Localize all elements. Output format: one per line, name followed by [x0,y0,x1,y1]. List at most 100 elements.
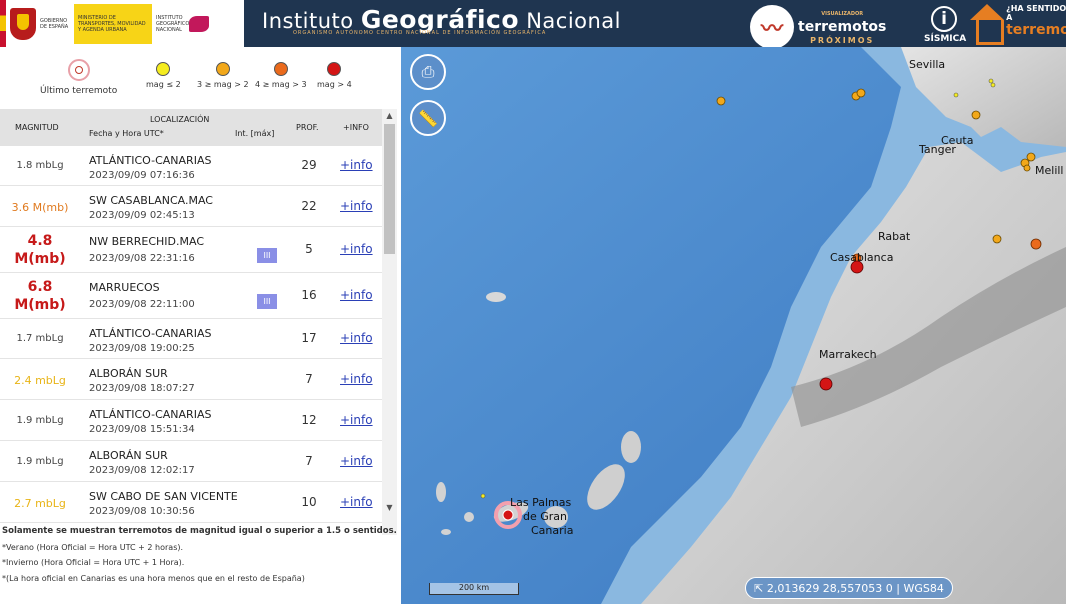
quake-marker [1030,238,1042,250]
row-more-info-link[interactable]: +info [340,331,373,345]
scroll-thumb[interactable] [384,124,395,254]
table-row[interactable]: 1.9 mbLg ATLÁNTICO-CANARIAS 2023/09/08 15:… [0,400,382,441]
row-depth: 10 [301,494,317,509]
row-more-info-link[interactable]: +info [340,242,373,256]
row-location: NW BERRECHID.MAC [89,235,205,248]
row-more-info-link[interactable]: +info [340,158,373,172]
row-datetime: 2023/09/08 10:30:56 [89,506,195,517]
note-winter: *Invierno (Hora Oficial = Hora UTC + 1 H… [2,558,185,567]
legend-dot-icon [327,62,342,76]
row-datetime: 2023/09/08 18:07:27 [89,383,195,394]
island-el-hierro [441,529,451,535]
table-row[interactable]: 4.8 M(mb) NW BERRECHID.MAC 2023/09/08 22:3… [0,227,382,273]
quake-marker [990,82,996,88]
row-more-info-link[interactable]: +info [340,495,373,509]
visualizador-logo[interactable]: 〰 VISUALIZADOR terremotos PRÓXIMOS [750,5,886,49]
row-location: SW CASABLANCA.MAC [89,194,213,207]
note-min-magnitude: Solamente se muestran terremotos de magn… [2,526,397,536]
row-more-info-link[interactable]: +info [340,413,373,427]
row-more-info-link[interactable]: +info [340,372,373,386]
legend-label: mag ≤ 2 [146,80,181,89]
quake-marker [1026,152,1036,162]
row-more-info-link[interactable]: +info [340,199,373,213]
legend-dot-icon [215,62,230,76]
city-label-marrakech: Marrakech [819,348,877,361]
footnotes: Solamente se muestran terremotos de magn… [2,524,398,586]
legend-last-quake: Último terremoto [40,59,117,96]
visualizador-text: VISUALIZADOR terremotos PRÓXIMOS [798,8,886,47]
row-magnitude: 4.8 M(mb) [14,233,66,267]
legend-label: 3 ≥ mag > 2 [197,80,249,89]
row-magnitude: 2.7 mbLg [14,496,66,510]
app-root: GOBIERNO DE ESPAÑA MINISTERIO DE TRANSPO… [0,0,1066,604]
table-row[interactable]: 1.9 mbLg ALBORÁN SUR 2023/09/08 12:02:17 7 +… [0,441,382,482]
table-row[interactable]: 1.7 mbLg ATLÁNTICO-CANARIAS 2023/09/08 19:… [0,319,382,359]
gobierno-text: GOBIERNO DE ESPAÑA [40,17,69,30]
legend-item-mag-gt-4: mag > 4 [317,62,352,89]
ign-small-text: INSTITUTO GEOGRÁFICO NACIONAL [156,14,190,33]
city-label-rabat: Rabat [878,230,911,243]
row-depth: 7 [305,371,313,386]
row-depth: 5 [305,242,313,256]
madeira-island [486,292,506,302]
map-view[interactable]: ⎙ 📏 Sevilla Ceuta Tanger Melill Rabat Ca… [401,47,1066,604]
table-row[interactable]: 3.6 M(mb) SW CASABLANCA.MAC 2023/09/09 02:… [0,186,382,227]
scroll-down-arrow-icon[interactable]: ▼ [382,501,397,515]
row-depth: 29 [301,158,317,172]
row-depth: 17 [301,331,317,345]
printer-icon: ⎙ [421,62,435,81]
viz-main-text: terremotos [798,18,887,35]
row-more-info-link[interactable]: +info [340,454,373,468]
col-intensidad[interactable]: Int. [máx] [235,129,274,138]
row-depth: 7 [305,453,313,468]
city-label-laspalmas-2: de Gran [523,510,568,523]
legend-dot-icon [156,62,171,76]
col-magnitud[interactable]: MAGNITUD [15,123,59,132]
ha-sentido-text: ¿HA SENTIDO A terremo [1006,4,1066,44]
col-info: +INFO [343,123,369,132]
row-intensity-badge: III [257,248,277,263]
note-canarias: *(La hora oficial en Canarias es una hor… [2,573,305,583]
measure-button[interactable]: 📏 [410,100,446,136]
note-summer: *Verano (Hora Oficial = Hora UTC + 2 hor… [2,542,184,552]
table-row[interactable]: 2.7 mbLg SW CABO DE SAN VICENTE 2023/09/08… [0,482,382,523]
row-datetime: 2023/09/08 22:31:16 [89,253,195,264]
cursor-icon: ⇱ [754,582,767,595]
cnig-logo-icon [189,15,209,32]
table-header: MAGNITUD LOCALIZACIÓN Fecha y Hora UTC* … [0,109,382,146]
island-la-palma [436,482,446,502]
city-label-sevilla: Sevilla [909,58,946,71]
quake-marker [480,493,486,499]
ha-sentido-button[interactable]: ¿HA SENTIDO A terremo [968,4,1066,45]
row-location: ATLÁNTICO-CANARIAS [89,154,212,167]
island-lanzarote [621,431,641,463]
last-quake-ring-icon [67,59,90,81]
table-row[interactable]: 1.8 mbLg ATLÁNTICO-CANARIAS 2023/09/09 07:… [0,146,382,186]
row-datetime: 2023/09/08 15:51:34 [89,424,195,435]
col-localizacion[interactable]: LOCALIZACIÓN [150,115,209,124]
city-label-casablanca: Casablanca [830,251,894,264]
magnitude-legend: Último terremoto mag ≤ 2 3 ≥ mag > 2 4 ≥… [0,47,401,109]
table-row[interactable]: 6.8 M(mb) MARRUECOS 2023/09/08 22:11:00 III… [0,273,382,319]
row-location: ATLÁNTICO-CANARIAS [89,327,212,340]
map-canvas[interactable] [401,47,1066,604]
quake-marker [992,234,1002,244]
ign-subtitle: ORGANISMO AUTÓNOMO CENTRO NACIONAL DE IN… [293,30,547,36]
row-location: ALBORÁN SUR [89,449,168,462]
table-row[interactable]: 2.4 mbLg ALBORÁN SUR 2023/09/08 18:07:27 7 +… [0,359,382,400]
row-depth: 16 [301,288,317,302]
quake-marker [1023,164,1031,172]
scroll-up-arrow-icon[interactable]: ▲ [382,109,397,123]
ministry-text: MINISTERIO DE TRANSPORTES, MOVILIDAD Y A… [78,14,146,33]
print-button[interactable]: ⎙ [410,54,446,90]
viz-prox-text: PRÓXIMOS [810,35,875,45]
row-datetime: 2023/09/09 02:45:13 [89,210,195,221]
sismica-info-button[interactable]: i SÍSMICA [924,6,966,44]
table-scrollbar[interactable]: ▲ ▼ [382,109,397,535]
government-logos: GOBIERNO DE ESPAÑA MINISTERIO DE TRANSPO… [0,0,244,47]
coat-of-arms-icon [10,7,36,40]
row-magnitude: 1.7 mbLg [16,333,64,344]
col-fecha[interactable]: Fecha y Hora UTC* [89,129,164,138]
col-profundidad[interactable]: PROF. [296,123,319,132]
row-more-info-link[interactable]: +info [340,288,373,302]
